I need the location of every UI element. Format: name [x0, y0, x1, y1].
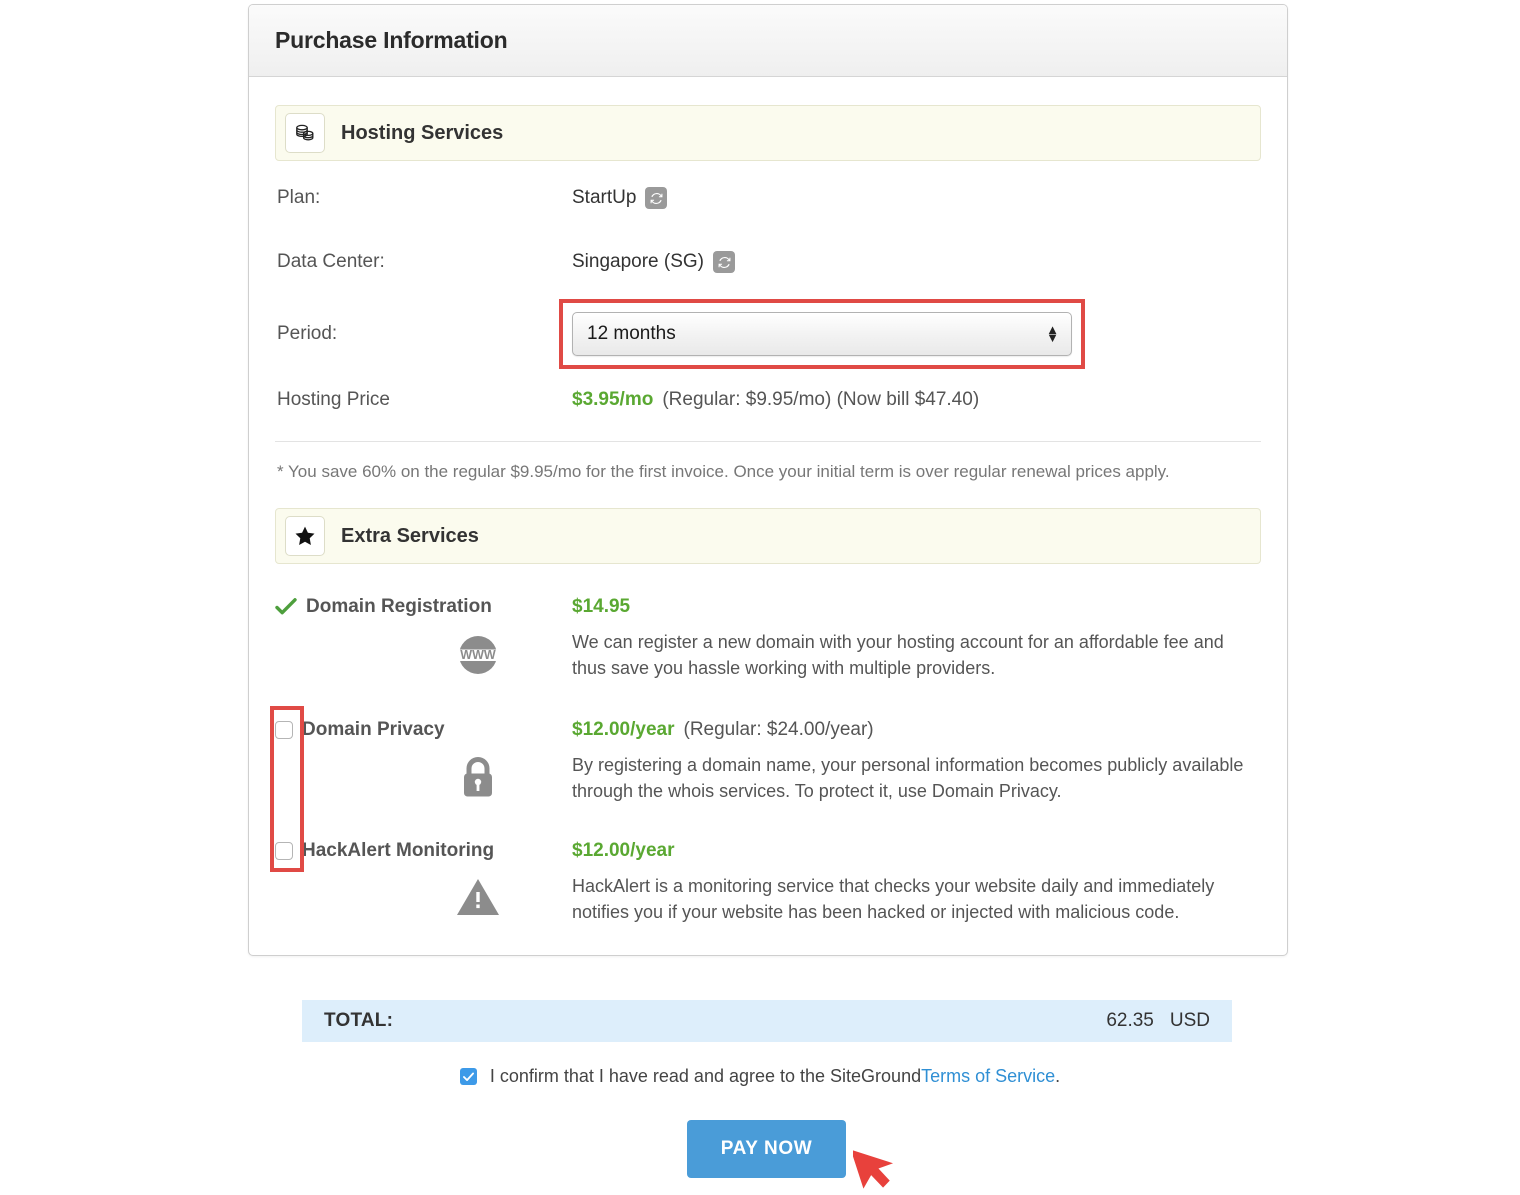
terms-text-before: I confirm that I have read and agree to …	[489, 1066, 922, 1086]
extra-service-row: Domain Registration WWW $14.95 We can re…	[275, 578, 1261, 681]
period-select-value: 12 months	[587, 323, 676, 344]
star-icon	[285, 516, 325, 556]
extra-service-description: We can register a new domain with your h…	[572, 632, 1224, 678]
period-label: Period:	[277, 323, 338, 344]
hosting-price-promo: $3.95/mo	[572, 389, 654, 410]
extra-services-label: Extra Services	[341, 524, 479, 547]
extra-service-price-regular: (Regular: $24.00/year)	[683, 719, 874, 741]
coins-stack-icon	[285, 113, 325, 153]
plan-row: Plan: StartUp	[275, 175, 1261, 221]
extra-service-price: $12.00/year	[572, 840, 675, 862]
hosting-price-row: Hosting Price $3.95/mo (Regular: $9.95/m…	[275, 377, 1261, 423]
svg-text:WWW: WWW	[460, 648, 496, 662]
extra-service-row: HackAlert Monitoring $12.00/year HackAle…	[275, 822, 1261, 925]
extra-service-price-line: $14.95	[572, 592, 1261, 622]
hosting-price-value-group: $3.95/mo (Regular: $9.95/mo) (Now bill $…	[572, 389, 979, 411]
extra-service-name: Domain Privacy	[302, 719, 445, 741]
extra-service-left: Domain Registration WWW	[275, 592, 570, 681]
data-center-value-group: Singapore (SG)	[572, 251, 736, 273]
extra-service-description: By registering a domain name, your perso…	[572, 755, 1244, 801]
refresh-icon[interactable]	[645, 187, 668, 209]
savings-note: * You save 60% on the regular $9.95/mo f…	[277, 462, 1170, 481]
extra-service-price: $12.00/year	[572, 719, 675, 741]
hosting-services-label: Hosting Services	[341, 121, 504, 144]
warning-triangle-icon	[385, 866, 570, 918]
period-row: Period: 12 months ▲ ▼	[275, 297, 1261, 371]
data-center-row: Data Center: Singapore (SG)	[275, 239, 1261, 285]
total-currency: USD	[1169, 1010, 1210, 1031]
purchase-information-page: Purchase Information Hosting Services Pl…	[0, 0, 1520, 1195]
domain-privacy-checkbox[interactable]	[275, 721, 293, 740]
terms-of-service-link[interactable]: Terms of Service	[921, 1066, 1055, 1087]
data-center-label: Data Center:	[277, 251, 385, 272]
refresh-icon[interactable]	[713, 251, 736, 273]
hosting-price-label: Hosting Price	[277, 389, 390, 410]
total-amount-value: 62.35	[1106, 1010, 1154, 1031]
data-center-value: Singapore (SG)	[572, 251, 705, 272]
mouse-pointer-arrow	[850, 1140, 901, 1195]
total-bar: TOTAL: 62.35 USD	[302, 1000, 1232, 1042]
lock-icon	[385, 745, 570, 801]
extra-service-header: Domain Privacy	[275, 715, 570, 745]
extra-service-right: $12.00/year HackAlert is a monitoring se…	[570, 836, 1261, 925]
extra-service-row: Domain Privacy $12.00/year (Regular: $24…	[275, 701, 1261, 804]
extra-service-left: Domain Privacy	[275, 715, 570, 804]
extra-service-name: HackAlert Monitoring	[302, 840, 495, 862]
terms-text-after: .	[1055, 1066, 1061, 1086]
total-amount-group: 62.35 USD	[1106, 1010, 1210, 1032]
extra-services-banner: Extra Services	[275, 508, 1261, 564]
period-select-wrapper: 12 months ▲ ▼	[559, 299, 1085, 369]
hosting-price-regular: (Regular: $9.95/mo) (Now bill $47.40)	[662, 389, 980, 410]
panel-header: Purchase Information	[249, 5, 1287, 77]
extra-service-left: HackAlert Monitoring	[275, 836, 570, 925]
chevron-updown-icon: ▲ ▼	[1046, 321, 1059, 345]
hosting-services-banner: Hosting Services	[275, 105, 1261, 161]
extra-service-description: HackAlert is a monitoring service that c…	[572, 876, 1215, 922]
extra-service-right: $14.95 We can register a new domain with…	[570, 592, 1261, 681]
terms-checkbox[interactable]	[459, 1068, 477, 1085]
page-title: Purchase Information	[275, 27, 508, 53]
plan-value: StartUp	[572, 187, 637, 208]
extra-service-price: $14.95	[572, 596, 631, 617]
www-globe-icon: WWW	[385, 622, 570, 678]
period-select[interactable]: 12 months ▲ ▼	[572, 312, 1072, 356]
green-check-icon	[275, 597, 297, 617]
extra-service-price-line: $12.00/year (Regular: $24.00/year)	[572, 715, 1261, 745]
plan-label: Plan:	[277, 187, 321, 208]
pay-now-button[interactable]: PAY NOW	[687, 1120, 846, 1178]
hackalert-monitoring-checkbox[interactable]	[275, 842, 293, 861]
purchase-information-panel: Purchase Information Hosting Services Pl…	[248, 4, 1288, 957]
extra-service-header: Domain Registration	[275, 592, 570, 622]
extra-service-right: $12.00/year (Regular: $24.00/year) By re…	[570, 715, 1261, 804]
panel-body: Hosting Services Plan: StartUp Data Cent…	[249, 77, 1287, 955]
plan-value-group: StartUp	[572, 187, 668, 209]
total-label: TOTAL:	[324, 1010, 394, 1031]
terms-row: I confirm that I have read and agree to …	[0, 1066, 1520, 1087]
extra-service-price-line: $12.00/year	[572, 836, 1261, 866]
extra-service-name: Domain Registration	[306, 596, 492, 617]
extra-service-header: HackAlert Monitoring	[275, 836, 570, 866]
